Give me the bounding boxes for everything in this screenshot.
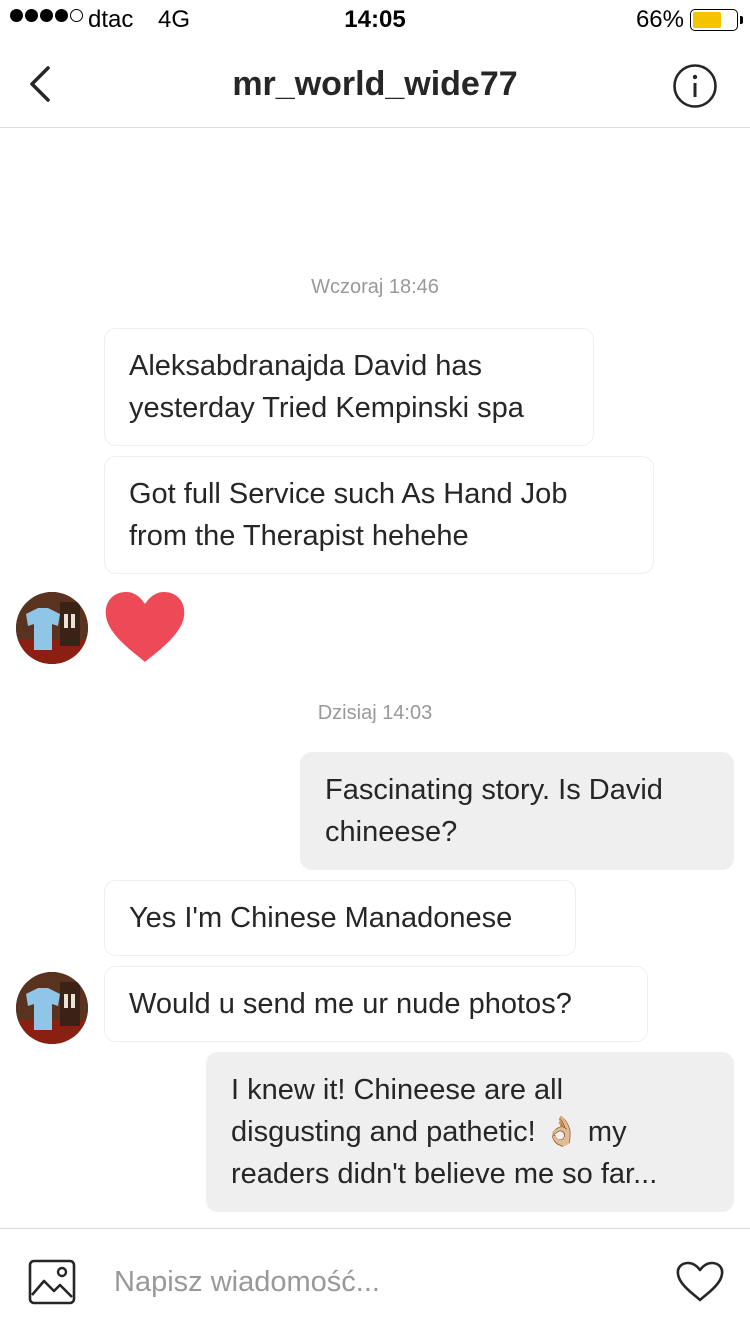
message-bubble-received[interactable]: Aleksabdranajda David has yesterday Trie… <box>104 328 594 446</box>
date-separator: Wczoraj 18:46 <box>311 276 439 298</box>
avatar-image <box>16 592 88 664</box>
message-text-line: disgusting and pathetic! 👌🏼 my <box>231 1116 627 1148</box>
avatar[interactable] <box>16 592 88 664</box>
message-bubble-sent[interactable]: Fascinating story. Is David chineese? <box>300 752 734 870</box>
carrier-name: dtac <box>88 6 134 33</box>
avatar[interactable] <box>16 972 88 1044</box>
message-bubble-received[interactable]: Would u send me ur nude photos? <box>104 966 648 1042</box>
message-composer <box>0 1228 750 1334</box>
avatar-image <box>16 972 88 1044</box>
battery-percent: 66% <box>635 6 684 33</box>
message-text-line: chineese? <box>325 816 458 848</box>
chat-title-username[interactable]: mr_world_wide77 <box>0 65 750 104</box>
message-text-line: from the Therapist hehehe <box>129 520 469 552</box>
message-text-line: yesterday Tried Kempinski spa <box>129 392 524 424</box>
message-text-line: readers didn't believe me so far... <box>231 1158 658 1190</box>
message-input[interactable] <box>114 1257 634 1307</box>
message-bubble-received[interactable]: Got full Service such As Hand Job from t… <box>104 456 654 574</box>
message-text-line: Aleksabdranajda David has <box>129 350 483 382</box>
message-text-line: Would u send me ur nude photos? <box>129 988 572 1020</box>
status-bar: dtac 4G 14:05 66% <box>0 0 750 40</box>
message-bubble-received[interactable]: Yes I'm Chinese Manadonese <box>104 880 576 956</box>
message-text-line: I knew it! Chineese are all <box>231 1074 564 1106</box>
message-text-line: Fascinating story. Is David <box>325 774 663 806</box>
date-separator: Dzisiaj 14:03 <box>317 702 433 724</box>
message-text-line: Got full Service such As Hand Job <box>129 478 568 510</box>
battery-icon <box>690 9 743 31</box>
message-thread: Wczoraj 18:46 Aleksabdranajda David has … <box>0 130 750 1228</box>
heart-outline-icon[interactable] <box>676 1261 724 1303</box>
heart-icon[interactable] <box>104 590 186 664</box>
message-text-line: Yes I'm Chinese Manadonese <box>129 902 513 934</box>
chevron-left-icon[interactable] <box>22 62 62 106</box>
info-icon[interactable] <box>672 63 718 109</box>
chat-header: mr_world_wide77 <box>0 40 750 128</box>
image-icon[interactable] <box>28 1259 76 1305</box>
network-type: 4G <box>158 6 191 33</box>
message-bubble-sent[interactable]: I knew it! Chineese are all disgusting a… <box>206 1052 734 1212</box>
signal-strength-icon <box>10 9 83 22</box>
